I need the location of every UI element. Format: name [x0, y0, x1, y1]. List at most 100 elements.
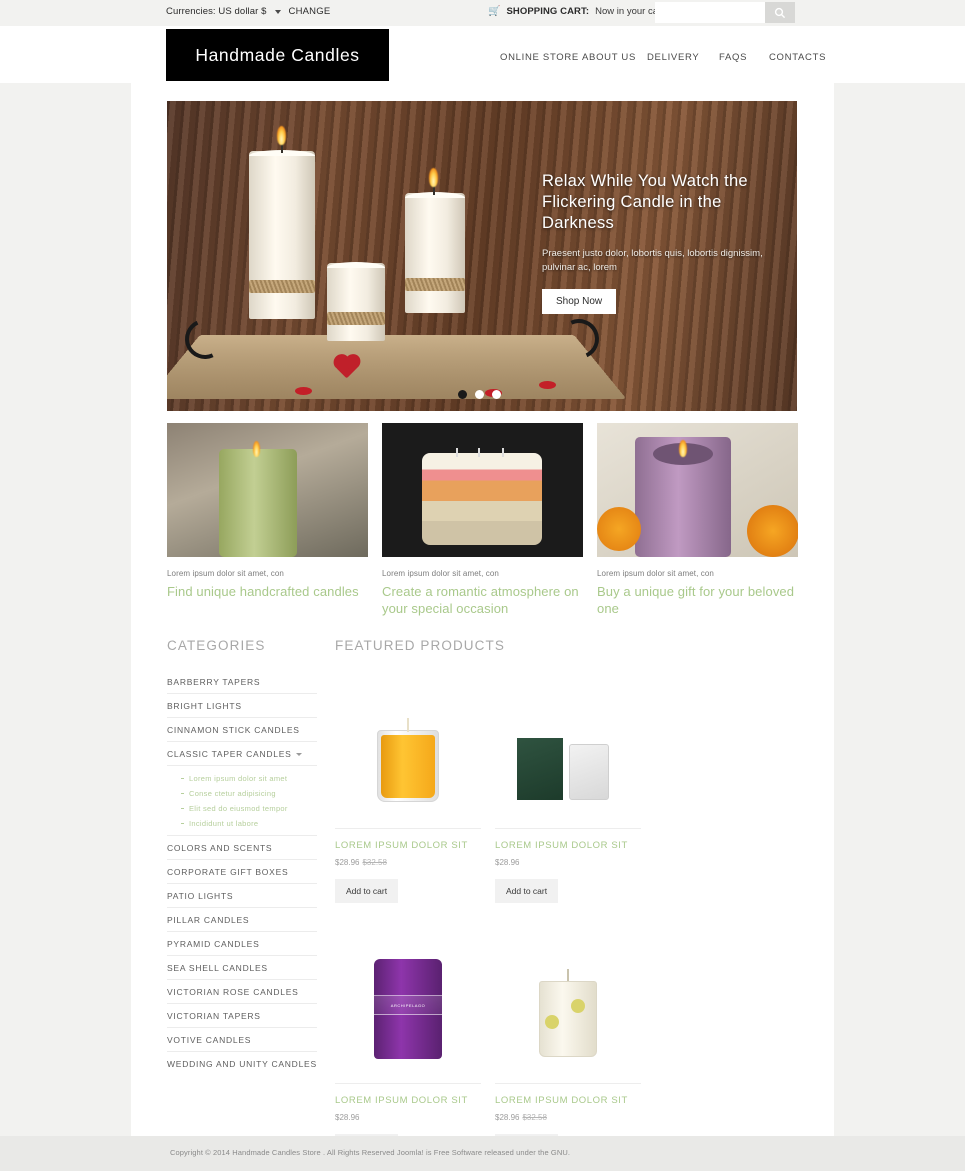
sidebar-item-victorian-tapers[interactable]: VICTORIAN TAPERS — [167, 1004, 317, 1028]
product-image-cream-floral-jar[interactable] — [495, 925, 641, 1073]
cart-label: SHOPPING CART: — [506, 6, 590, 17]
subcategory-item-3[interactable]: Elit sed do eiusmod tempor — [181, 801, 317, 816]
bullet-dash-icon — [181, 778, 184, 779]
search-icon — [774, 7, 786, 18]
add-to-cart-button[interactable]: Add to cart — [495, 879, 559, 903]
promo-heading-2: Create a romantic atmosphere on your spe… — [382, 584, 579, 616]
featured-products-section: FEATURED PRODUCTS LOREM IPSUM DOLOR SIT — [317, 638, 797, 1171]
subcategory-item-1[interactable]: Lorem ipsum dolor sit amet — [181, 771, 317, 786]
green-candle-shape — [219, 449, 297, 557]
candle-small-front — [327, 262, 385, 341]
shop-now-button[interactable]: Shop Now — [542, 289, 617, 314]
promo-caption-1: Lorem ipsum dolor sit amet, con — [167, 569, 284, 578]
bullet-dash-icon — [181, 823, 184, 824]
sidebar-item-cinnamon-stick-candles[interactable]: CINNAMON STICK CANDLES — [167, 718, 317, 742]
top-bar: Currencies: US dollar $ CHANGE 🛒 SHOPPIN… — [0, 0, 965, 26]
site-header: Handmade Candles ONLINE STORE ABOUT US D… — [0, 26, 965, 83]
flame-left — [277, 126, 286, 145]
slider-dot-1[interactable] — [458, 390, 467, 399]
price-current: $28.96 — [335, 858, 360, 867]
change-currency-link[interactable]: CHANGE — [289, 6, 331, 17]
subcategory-item-2[interactable]: Conse ctetur adipisicing — [181, 786, 317, 801]
sidebar-item-wedding-and-unity-candles[interactable]: WEDDING AND UNITY CANDLES — [167, 1052, 317, 1075]
sidebar-item-sea-shell-candles[interactable]: SEA SHELL CANDLES — [167, 956, 317, 980]
promo-image-layered-candle — [382, 423, 583, 557]
slider-dot-3[interactable] — [492, 390, 501, 399]
copyright-text: Copyright © 2014 Handmade Candles Store … — [170, 1148, 571, 1157]
product-card[interactable]: LOREM IPSUM DOLOR SIT $28.96 Add to cart — [495, 670, 641, 903]
price-current: $28.96 — [335, 1113, 360, 1122]
gift-box-shape — [517, 738, 563, 800]
promo-image-purple-candle — [597, 423, 798, 557]
orange-flower-left — [597, 507, 641, 551]
product-name[interactable]: LOREM IPSUM DOLOR SIT — [335, 1083, 481, 1106]
currency-selector[interactable]: Currencies: US dollar $ CHANGE — [166, 6, 330, 17]
product-name[interactable]: LOREM IPSUM DOLOR SIT — [495, 1083, 641, 1106]
nav-item-faqs[interactable]: FAQS — [719, 47, 769, 65]
purple-pillar-shape: ARCHIPELAGO — [374, 959, 442, 1059]
sidebar-item-corporate-gift-boxes[interactable]: CORPORATE GIFT BOXES — [167, 860, 317, 884]
chevron-down-icon — [295, 752, 302, 756]
categories-title: CATEGORIES — [167, 638, 266, 653]
nav-item-delivery[interactable]: DELIVERY — [647, 47, 719, 65]
promo-card-1[interactable]: Lorem ipsum dolor sit amet, con Find uni… — [167, 423, 368, 617]
product-card[interactable]: LOREM IPSUM DOLOR SIT $28.96$32.58 Add t… — [335, 670, 481, 903]
product-image-purple-pillar[interactable]: ARCHIPELAGO — [335, 925, 481, 1073]
pillar-label-band: ARCHIPELAGO — [374, 995, 442, 1015]
featured-products-title: FEATURED PRODUCTS — [335, 638, 505, 653]
sidebar-item-bright-lights[interactable]: BRIGHT LIGHTS — [167, 694, 317, 718]
nav-item-about-us[interactable]: ABOUT US — [582, 47, 647, 65]
sidebar-item-votive-candles[interactable]: VOTIVE CANDLES — [167, 1028, 317, 1052]
promo-heading-1: Find unique handcrafted candles — [167, 584, 359, 599]
promo-image-green-candle — [167, 423, 368, 557]
candle-center — [405, 192, 465, 313]
hero-copy: Relax While You Watch the Flickering Can… — [542, 171, 792, 314]
nav-item-online-store[interactable]: ONLINE STORE — [500, 47, 582, 65]
candle-tray — [167, 334, 627, 399]
content-canvas: Relax While You Watch the Flickering Can… — [131, 83, 834, 1158]
twine-front — [327, 312, 385, 325]
bullet-dash-icon — [181, 793, 184, 794]
jar-wick — [567, 969, 569, 981]
product-name[interactable]: LOREM IPSUM DOLOR SIT — [495, 828, 641, 851]
promo-card-2[interactable]: Lorem ipsum dolor sit amet, con Create a… — [382, 423, 583, 617]
product-name[interactable]: LOREM IPSUM DOLOR SIT — [335, 828, 481, 851]
sidebar-item-barberry-tapers[interactable]: BARBERRY TAPERS — [167, 670, 317, 694]
add-to-cart-button[interactable]: Add to cart — [335, 879, 399, 903]
sidebar-item-classic-taper-candles[interactable]: CLASSIC TAPER CANDLES — [167, 742, 317, 766]
search-input[interactable] — [655, 2, 765, 23]
sidebar-item-colors-and-scents[interactable]: COLORS AND SCENTS — [167, 836, 317, 860]
petal-left — [295, 387, 312, 395]
currency-label: Currencies: US dollar $ — [166, 6, 267, 17]
price-old: $32.58 — [522, 1113, 547, 1122]
glass-votive-shape — [377, 730, 439, 802]
categories-list: BARBERRY TAPERS BRIGHT LIGHTS CINNAMON S… — [167, 670, 317, 1075]
sidebar-item-patio-lights[interactable]: PATIO LIGHTS — [167, 884, 317, 908]
speckled-jar-shape — [569, 744, 609, 800]
search-button[interactable] — [765, 2, 795, 23]
promo-caption-3: Lorem ipsum dolor sit amet, con — [597, 569, 714, 578]
product-image-green-box-set[interactable] — [495, 670, 641, 818]
sidebar-item-pillar-candles[interactable]: PILLAR CANDLES — [167, 908, 317, 932]
product-price: $28.96 $32.58 — [495, 1113, 641, 1122]
floral-motif-1 — [545, 1015, 559, 1029]
hero-slider[interactable]: Relax While You Watch the Flickering Can… — [167, 101, 797, 411]
product-card[interactable]: LOREM IPSUM DOLOR SIT $28.96$32.58 Add t… — [495, 925, 641, 1158]
candle-large-left — [249, 150, 315, 319]
site-logo[interactable]: Handmade Candles — [166, 29, 389, 81]
slider-dot-2[interactable] — [475, 390, 484, 399]
promo-card-3[interactable]: Lorem ipsum dolor sit amet, con Buy a un… — [597, 423, 798, 617]
bullet-dash-icon — [181, 808, 184, 809]
subcategory-item-4[interactable]: Incididunt ut labore — [181, 816, 317, 831]
product-card[interactable]: ARCHIPELAGO LOREM IPSUM DOLOR SIT $28.96… — [335, 925, 481, 1158]
product-price: $28.96 — [495, 858, 641, 867]
product-image-orange-votive[interactable] — [335, 670, 481, 818]
page-root: Currencies: US dollar $ CHANGE 🛒 SHOPPIN… — [0, 0, 965, 1171]
sidebar-item-pyramid-candles[interactable]: PYRAMID CANDLES — [167, 932, 317, 956]
slider-pagination — [458, 390, 501, 399]
flame-center — [429, 168, 438, 187]
chevron-down-icon — [274, 9, 281, 14]
twine-center — [405, 278, 465, 291]
sidebar-item-victorian-rose-candles[interactable]: VICTORIAN ROSE CANDLES — [167, 980, 317, 1004]
nav-item-contacts[interactable]: CONTACTS — [769, 47, 826, 65]
